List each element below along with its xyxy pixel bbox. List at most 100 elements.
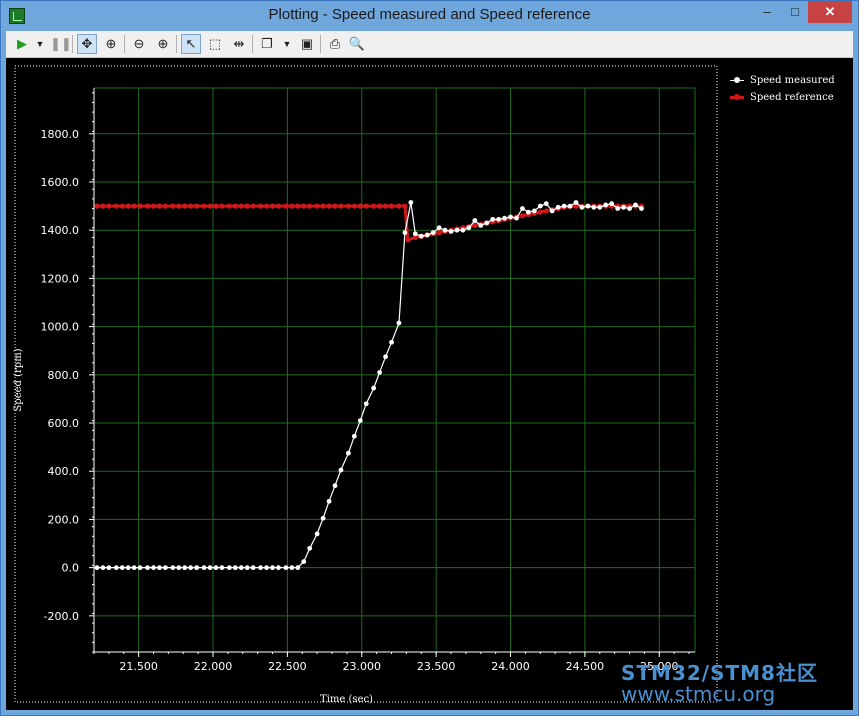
data-point-speed-reference xyxy=(332,203,338,209)
outer-frame xyxy=(14,65,718,703)
data-point-speed-measured xyxy=(442,227,448,233)
data-point-speed-measured xyxy=(579,204,585,210)
data-point-speed-measured xyxy=(408,200,414,205)
data-point-speed-reference xyxy=(338,203,344,209)
data-point-speed-measured xyxy=(430,230,436,236)
data-point-speed-measured xyxy=(314,531,320,537)
data-point-speed-reference xyxy=(519,213,526,219)
data-point-speed-measured xyxy=(502,215,507,221)
zoom-in-icon[interactable]: ⊕ xyxy=(153,34,173,54)
data-point-speed-measured xyxy=(561,203,567,209)
data-point-speed-reference xyxy=(144,203,151,209)
data-point-speed-measured xyxy=(543,201,549,207)
series-line-speed-reference xyxy=(97,204,642,242)
data-point-speed-reference xyxy=(263,203,270,209)
legend-item-speed-reference: Speed reference xyxy=(728,89,835,106)
data-point-speed-measured xyxy=(345,450,351,456)
legend-label: Speed reference xyxy=(750,92,834,103)
y-tick-label: 200.0 xyxy=(48,513,80,526)
data-point-speed-measured xyxy=(289,565,295,571)
zoom-window-icon[interactable]: ⊕ xyxy=(101,34,121,54)
data-point-speed-reference xyxy=(382,203,389,209)
data-point-speed-measured xyxy=(609,201,615,207)
data-point-speed-reference xyxy=(131,203,137,209)
data-point-speed-measured xyxy=(170,565,176,571)
series-line-speed-measured xyxy=(97,201,642,569)
data-point-speed-measured xyxy=(478,222,484,228)
data-point-speed-measured xyxy=(194,565,200,571)
maximize-button[interactable]: □ xyxy=(780,1,810,23)
data-point-speed-measured xyxy=(163,565,168,571)
legend-marker xyxy=(734,94,740,100)
zoom-out-icon[interactable]: ⊖ xyxy=(129,34,149,54)
data-point-speed-measured xyxy=(100,565,106,571)
x-tick-label: 22.000 xyxy=(194,660,233,673)
data-point-speed-reference xyxy=(269,203,276,209)
data-point-speed-reference xyxy=(402,203,408,209)
x-tick-label: 21.500 xyxy=(119,660,158,673)
data-point-speed-reference xyxy=(377,203,383,209)
toolbar: ▶ ▼ ❚❚ ✥ ⊕ ⊖ ⊕ ↖ ⬚ ⇹ ❐ ▼ ▣ ⎙ 🔍 xyxy=(6,31,853,58)
fit-icon[interactable]: ⇹ xyxy=(229,34,249,54)
plot-area[interactable]: -200.0 0.0 200.0 400.0 600.0 800.0 1000.0 1200.… xyxy=(6,58,853,710)
y-tick-label: 1600.0 xyxy=(41,176,80,189)
data-point-speed-reference xyxy=(326,203,332,209)
select-pointer-icon[interactable]: ↖ xyxy=(181,34,201,54)
data-point-speed-measured xyxy=(621,204,626,210)
pause-icon[interactable]: ❚❚ xyxy=(50,34,72,54)
data-point-speed-measured xyxy=(466,225,472,231)
data-point-speed-reference xyxy=(275,203,282,209)
data-point-speed-measured xyxy=(106,565,112,571)
data-point-speed-measured xyxy=(383,354,388,360)
data-point-speed-reference xyxy=(194,203,200,209)
close-button[interactable]: ✕ xyxy=(808,1,852,23)
data-point-speed-measured xyxy=(258,565,264,571)
data-point-speed-measured xyxy=(615,206,621,211)
data-point-speed-reference xyxy=(363,203,369,209)
speed-chart[interactable]: -200.0 0.0 200.0 400.0 600.0 800.0 1000.0 1200.… xyxy=(6,58,853,710)
title-bar[interactable]: Plotting - Speed measured and Speed refe… xyxy=(1,1,858,31)
y-tick-label: -200.0 xyxy=(44,610,79,623)
dropdown-arrow-icon[interactable]: ▼ xyxy=(30,34,50,54)
data-point-speed-measured xyxy=(226,565,232,571)
data-point-speed-measured xyxy=(418,233,424,239)
legend-marker xyxy=(734,77,740,83)
y-tick-label: 1400.0 xyxy=(41,224,80,237)
x-axis-label: Time (sec) xyxy=(320,694,373,705)
minimize-button[interactable]: – xyxy=(752,1,782,23)
data-point-speed-measured xyxy=(125,565,131,571)
data-point-speed-measured xyxy=(213,565,219,571)
data-point-speed-measured xyxy=(332,483,338,489)
data-point-speed-measured xyxy=(490,216,496,222)
data-point-speed-measured xyxy=(484,220,490,226)
data-point-speed-measured xyxy=(597,204,603,210)
rectangle-select-icon[interactable]: ⬚ xyxy=(205,34,225,54)
data-point-speed-measured xyxy=(627,206,632,211)
y-tick-label: 600.0 xyxy=(48,417,80,430)
data-point-speed-measured xyxy=(182,565,188,571)
data-point-speed-measured xyxy=(460,227,466,233)
data-point-speed-measured xyxy=(555,204,561,210)
data-point-speed-reference xyxy=(301,203,307,209)
data-point-speed-measured xyxy=(131,565,137,571)
x-tick-label: 22.500 xyxy=(268,660,307,673)
copy-icon[interactable]: ❐ xyxy=(257,34,277,54)
data-point-speed-reference xyxy=(396,203,402,209)
data-point-speed-measured xyxy=(603,202,609,208)
data-point-speed-measured xyxy=(307,545,313,551)
data-point-speed-measured xyxy=(113,565,119,571)
data-point-speed-measured xyxy=(520,206,525,211)
data-point-speed-reference xyxy=(371,203,377,209)
print-preview-icon[interactable]: 🔍 xyxy=(347,34,367,54)
save-icon[interactable]: ▣ xyxy=(297,34,317,54)
toolbar-separator xyxy=(320,35,321,53)
data-point-speed-measured xyxy=(633,202,638,208)
print-icon[interactable]: ⎙ xyxy=(325,34,345,54)
play-icon[interactable]: ▶ xyxy=(12,34,32,54)
data-point-speed-reference xyxy=(238,203,244,209)
data-point-speed-measured xyxy=(549,208,555,214)
dropdown-arrow-icon[interactable]: ▼ xyxy=(277,34,297,54)
data-point-speed-reference xyxy=(351,203,357,209)
pan-icon[interactable]: ✥ xyxy=(77,34,97,54)
data-point-speed-reference xyxy=(207,203,213,209)
